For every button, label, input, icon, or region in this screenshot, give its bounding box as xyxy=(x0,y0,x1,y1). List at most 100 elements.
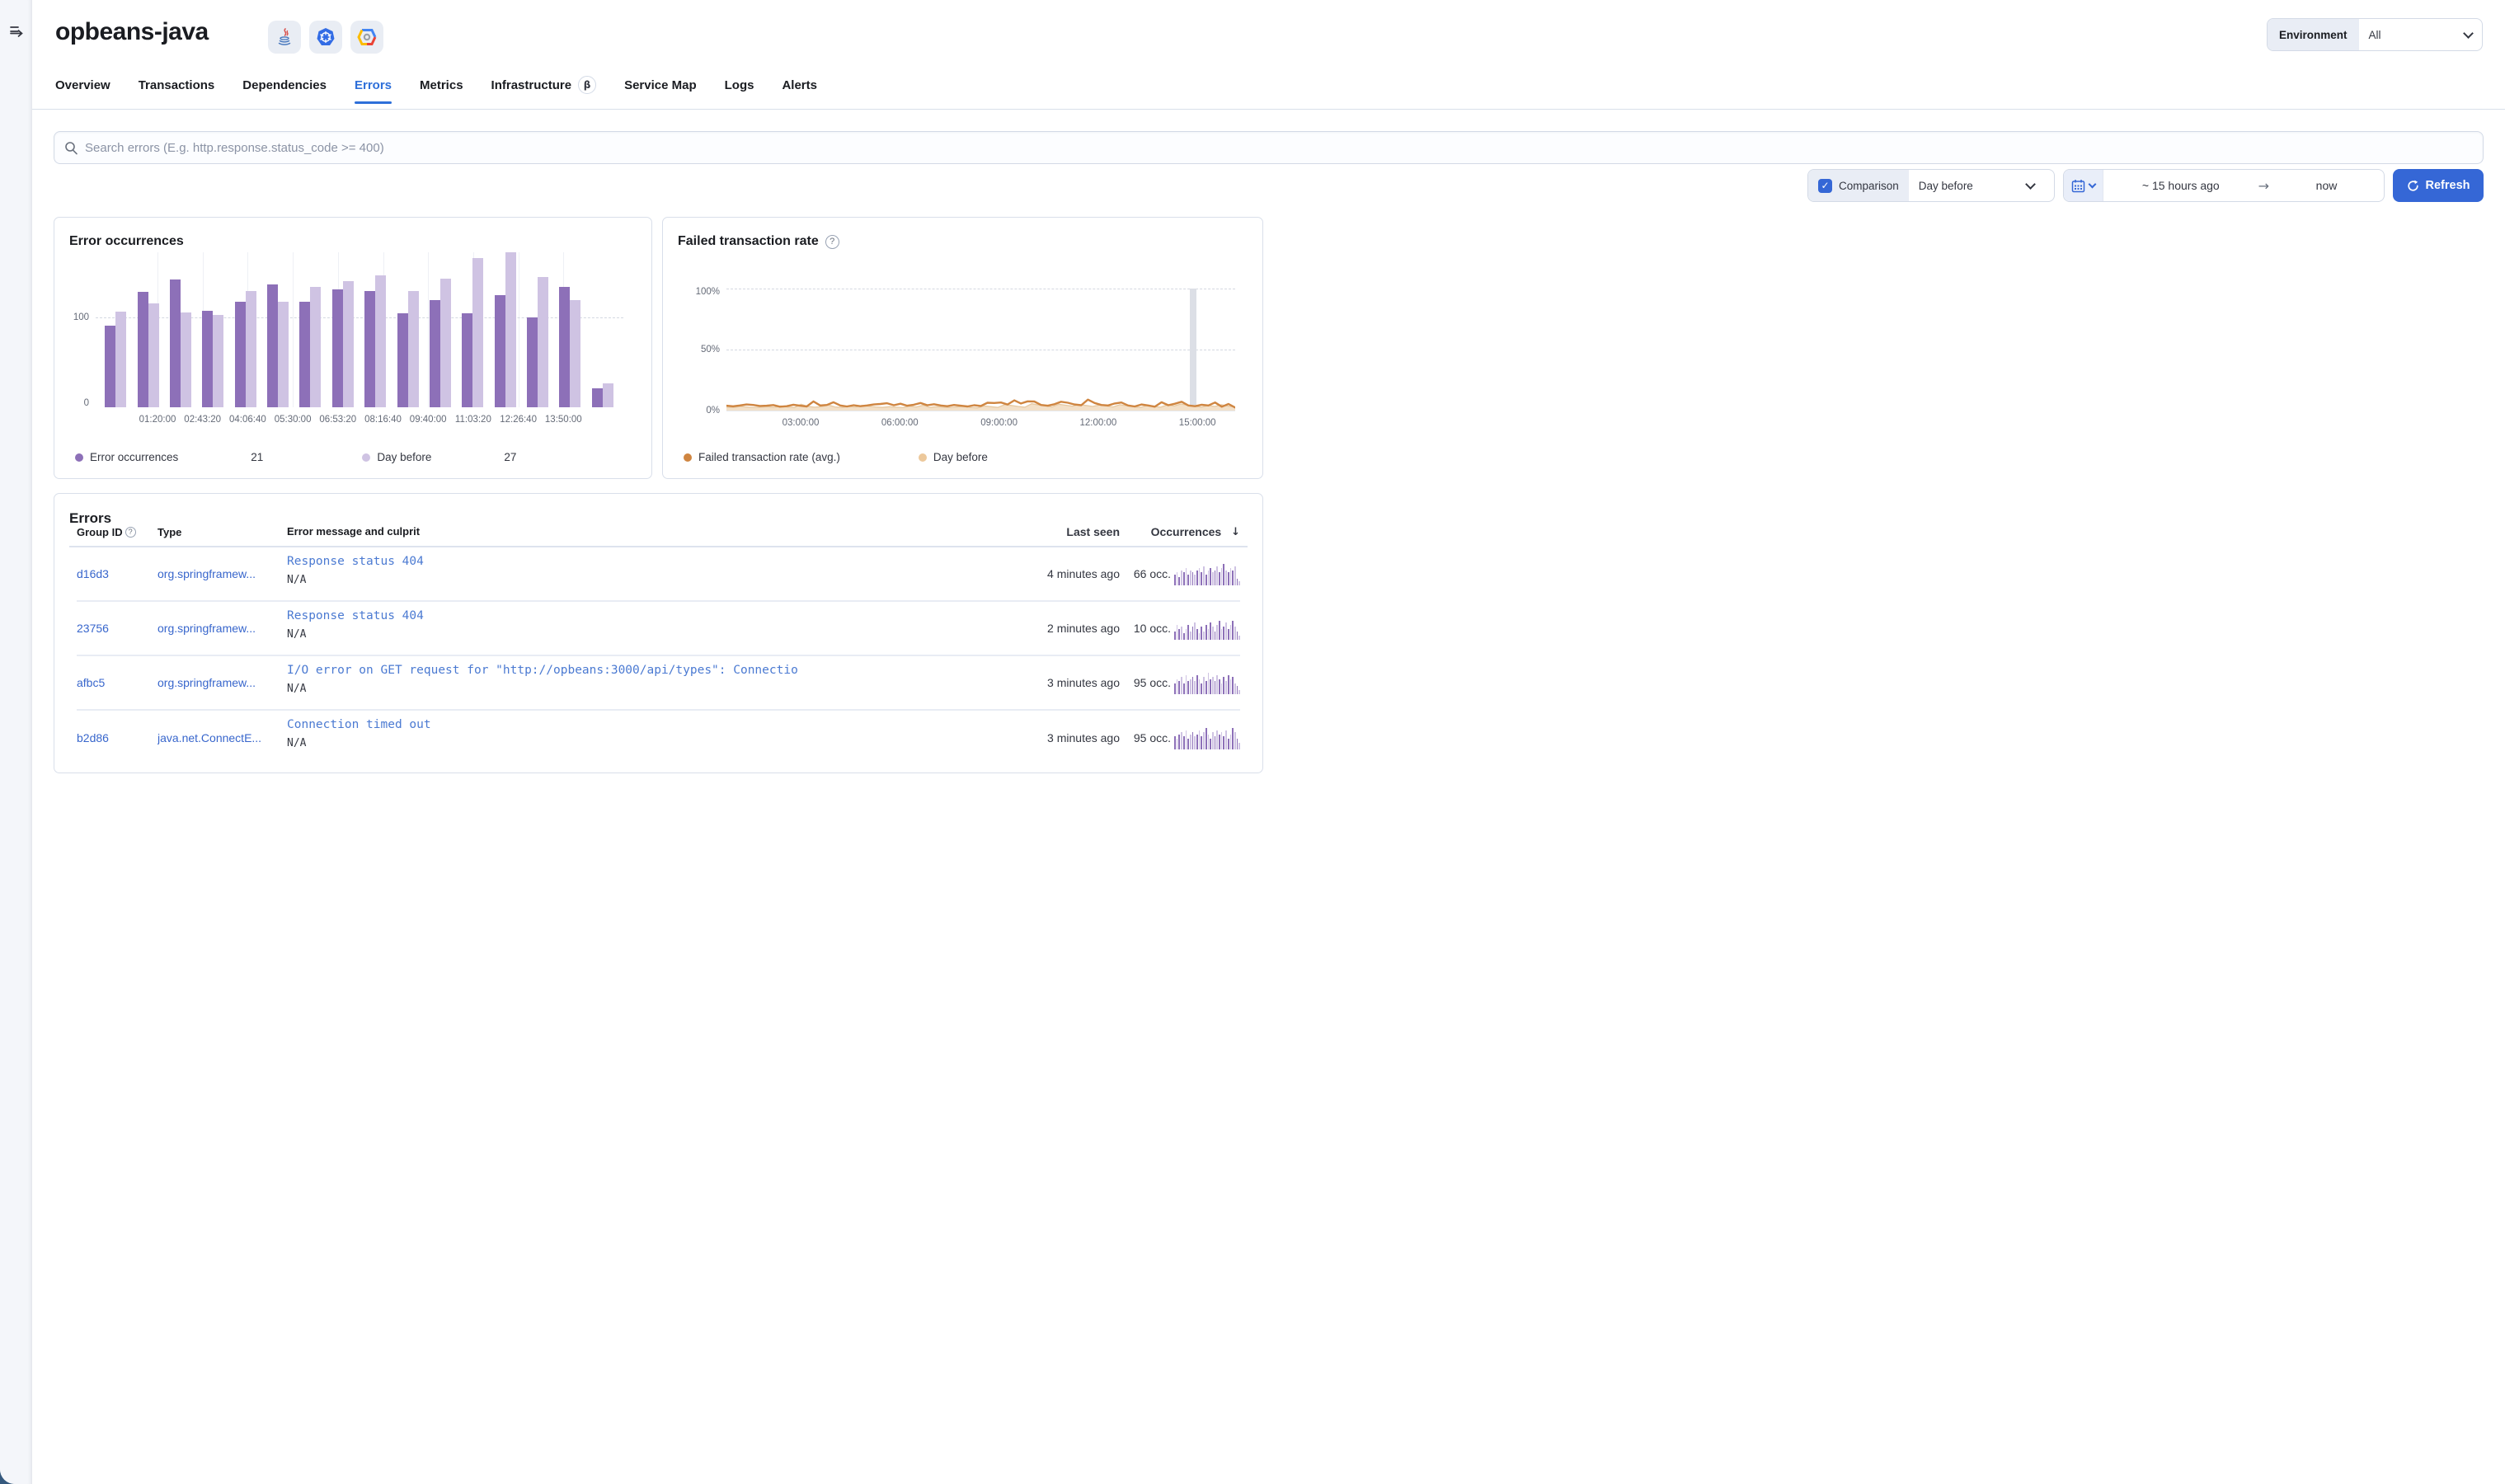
tab-dependencies[interactable]: Dependencies xyxy=(242,78,327,104)
column-message[interactable]: Error message and culprit xyxy=(287,525,996,538)
bar-error-occurrences[interactable] xyxy=(364,290,376,407)
date-picker: ~ 15 hours ago → now xyxy=(2063,169,2385,202)
bar-error-occurrences[interactable] xyxy=(299,301,311,407)
table-row: d16d3 org.springframew... Response status … xyxy=(77,547,1241,602)
tab-alerts[interactable]: Alerts xyxy=(782,78,817,104)
tab-infrastructure[interactable]: Infrastructure β xyxy=(491,76,597,106)
bar-error-occurrences[interactable] xyxy=(267,284,279,407)
bar-day-before[interactable] xyxy=(342,280,354,407)
sort-descending-icon: ↓ xyxy=(1231,525,1240,538)
bar-day-before[interactable] xyxy=(213,315,224,407)
search-input[interactable] xyxy=(85,140,2473,155)
failed-transaction-rate-panel: Failed transaction rate ? 100% 50% 0% 03:00… xyxy=(662,217,1263,479)
bar-error-occurrences[interactable] xyxy=(559,287,571,407)
table-row: b2d86 java.net.ConnectE... Connection time… xyxy=(77,711,1241,765)
bar-error-occurrences[interactable] xyxy=(234,301,246,407)
failed-transaction-rate-chart[interactable]: 100% 50% 0% 03:00:00 06:00:00 09:00:00 12:00:0… xyxy=(696,287,1235,428)
bar-day-before[interactable] xyxy=(602,383,613,407)
bar-error-occurrences[interactable] xyxy=(105,326,116,407)
column-type[interactable]: Type xyxy=(157,525,287,538)
refresh-button[interactable]: Refresh xyxy=(2393,169,2484,202)
errors-table-title: Errors xyxy=(69,510,112,526)
error-message-link[interactable]: Connection timed out xyxy=(287,718,996,731)
group-id-link[interactable]: 23756 xyxy=(77,622,109,635)
date-picker-quick-menu[interactable] xyxy=(2064,170,2103,201)
occurrences-count: 66 occ. xyxy=(1133,567,1171,580)
tab-metrics[interactable]: Metrics xyxy=(420,78,463,104)
tab-overview[interactable]: Overview xyxy=(55,78,110,104)
column-occurrences[interactable]: Occurrences ↓ xyxy=(1120,525,1240,538)
error-type-link[interactable]: org.springframew... xyxy=(157,676,256,689)
bar-day-before[interactable] xyxy=(375,275,387,407)
bar-error-occurrences[interactable] xyxy=(527,317,538,407)
calendar-icon xyxy=(2071,179,2085,192)
error-occurrences-legend: Error occurrences 21 Day before 27 xyxy=(75,451,516,463)
error-type-link[interactable]: org.springframew... xyxy=(157,567,256,580)
legend-label[interactable]: Error occurrences xyxy=(90,451,178,463)
bar-error-occurrences[interactable] xyxy=(462,312,473,407)
bar-day-before[interactable] xyxy=(278,301,289,407)
legend-dot xyxy=(684,453,692,462)
error-search-bar[interactable] xyxy=(54,131,2484,164)
bar-error-occurrences[interactable] xyxy=(494,295,505,407)
comparison-select[interactable]: Day before xyxy=(1909,170,2054,201)
bar-error-occurrences[interactable] xyxy=(331,289,343,407)
column-last-seen[interactable]: Last seen xyxy=(996,525,1120,538)
gridline xyxy=(293,252,294,407)
group-id-link[interactable]: b2d86 xyxy=(77,731,109,744)
error-type-link[interactable]: org.springframew... xyxy=(157,622,256,635)
tab-errors[interactable]: Errors xyxy=(354,78,392,104)
bar-day-before[interactable] xyxy=(310,287,322,407)
error-message-link[interactable]: Response status 404 xyxy=(287,555,996,568)
tab-service-map[interactable]: Service Map xyxy=(624,78,697,104)
group-id-link[interactable]: d16d3 xyxy=(77,567,109,580)
errors-table-body: d16d3 org.springframew... Response status … xyxy=(77,547,1241,765)
error-occurrences-panel: Error occurrences 01:20:00 02:43:20 04:06:… xyxy=(54,217,652,479)
tabs-divider xyxy=(32,109,2505,110)
bar-error-occurrences[interactable] xyxy=(137,291,148,407)
comparison-toggle[interactable]: ✓ Comparison xyxy=(1808,170,1909,201)
legend-label[interactable]: Day before xyxy=(933,451,988,463)
bar-day-before[interactable] xyxy=(407,290,419,407)
bar-error-occurrences[interactable] xyxy=(169,279,181,407)
bar-day-before[interactable] xyxy=(570,299,581,407)
menu-expand-icon xyxy=(10,26,23,37)
bar-day-before[interactable] xyxy=(439,278,451,407)
help-icon[interactable]: ? xyxy=(825,234,839,249)
help-icon: ? xyxy=(125,526,136,538)
error-message-link[interactable]: Response status 404 xyxy=(287,609,996,622)
tab-logs[interactable]: Logs xyxy=(725,78,754,104)
column-group-id[interactable]: Group ID? xyxy=(77,525,157,538)
bar-day-before[interactable] xyxy=(245,290,256,407)
bar-error-occurrences[interactable] xyxy=(429,299,440,407)
bar-day-before[interactable] xyxy=(115,311,127,407)
legend-label[interactable]: Failed transaction rate (avg.) xyxy=(698,451,840,463)
time-range-end[interactable]: now xyxy=(2269,170,2384,201)
environment-select[interactable]: Environment All xyxy=(2267,18,2483,51)
bar-day-before[interactable] xyxy=(472,257,484,407)
time-range-start[interactable]: ~ 15 hours ago xyxy=(2103,170,2258,201)
error-culprit: N/A xyxy=(287,574,307,586)
bar-error-occurrences[interactable] xyxy=(397,312,408,407)
error-type-link[interactable]: java.net.ConnectE... xyxy=(157,731,261,744)
bar-error-occurrences[interactable] xyxy=(202,310,214,407)
x-axis-tick: 06:00:00 xyxy=(881,418,919,428)
occurrences-count: 95 occ. xyxy=(1133,676,1171,689)
last-seen-value: 3 minutes ago xyxy=(1047,731,1120,744)
bar-day-before[interactable] xyxy=(180,312,191,407)
error-occurrences-chart[interactable]: 01:20:00 02:43:20 04:06:40 05:30:00 06:53:20… xyxy=(73,252,623,425)
expand-nav-button[interactable] xyxy=(8,22,25,39)
failed-transaction-rate-title: Failed transaction rate ? xyxy=(678,234,839,249)
tab-label: Metrics xyxy=(420,77,463,92)
bar-day-before[interactable] xyxy=(148,303,159,407)
legend-label[interactable]: Day before xyxy=(377,451,431,463)
error-message-link[interactable]: I/O error on GET request for "http://opb… xyxy=(287,664,996,677)
bar-day-before[interactable] xyxy=(505,252,516,407)
tab-label: Alerts xyxy=(782,77,817,92)
group-id-link[interactable]: afbc5 xyxy=(77,676,105,689)
tab-transactions[interactable]: Transactions xyxy=(139,78,215,104)
comparison-checkbox[interactable]: ✓ xyxy=(1818,178,1832,193)
app-background: opbeans-java Environment All Overview Tr… xyxy=(0,0,2505,1484)
bar-error-occurrences[interactable] xyxy=(591,388,603,407)
bar-day-before[interactable] xyxy=(538,277,549,407)
